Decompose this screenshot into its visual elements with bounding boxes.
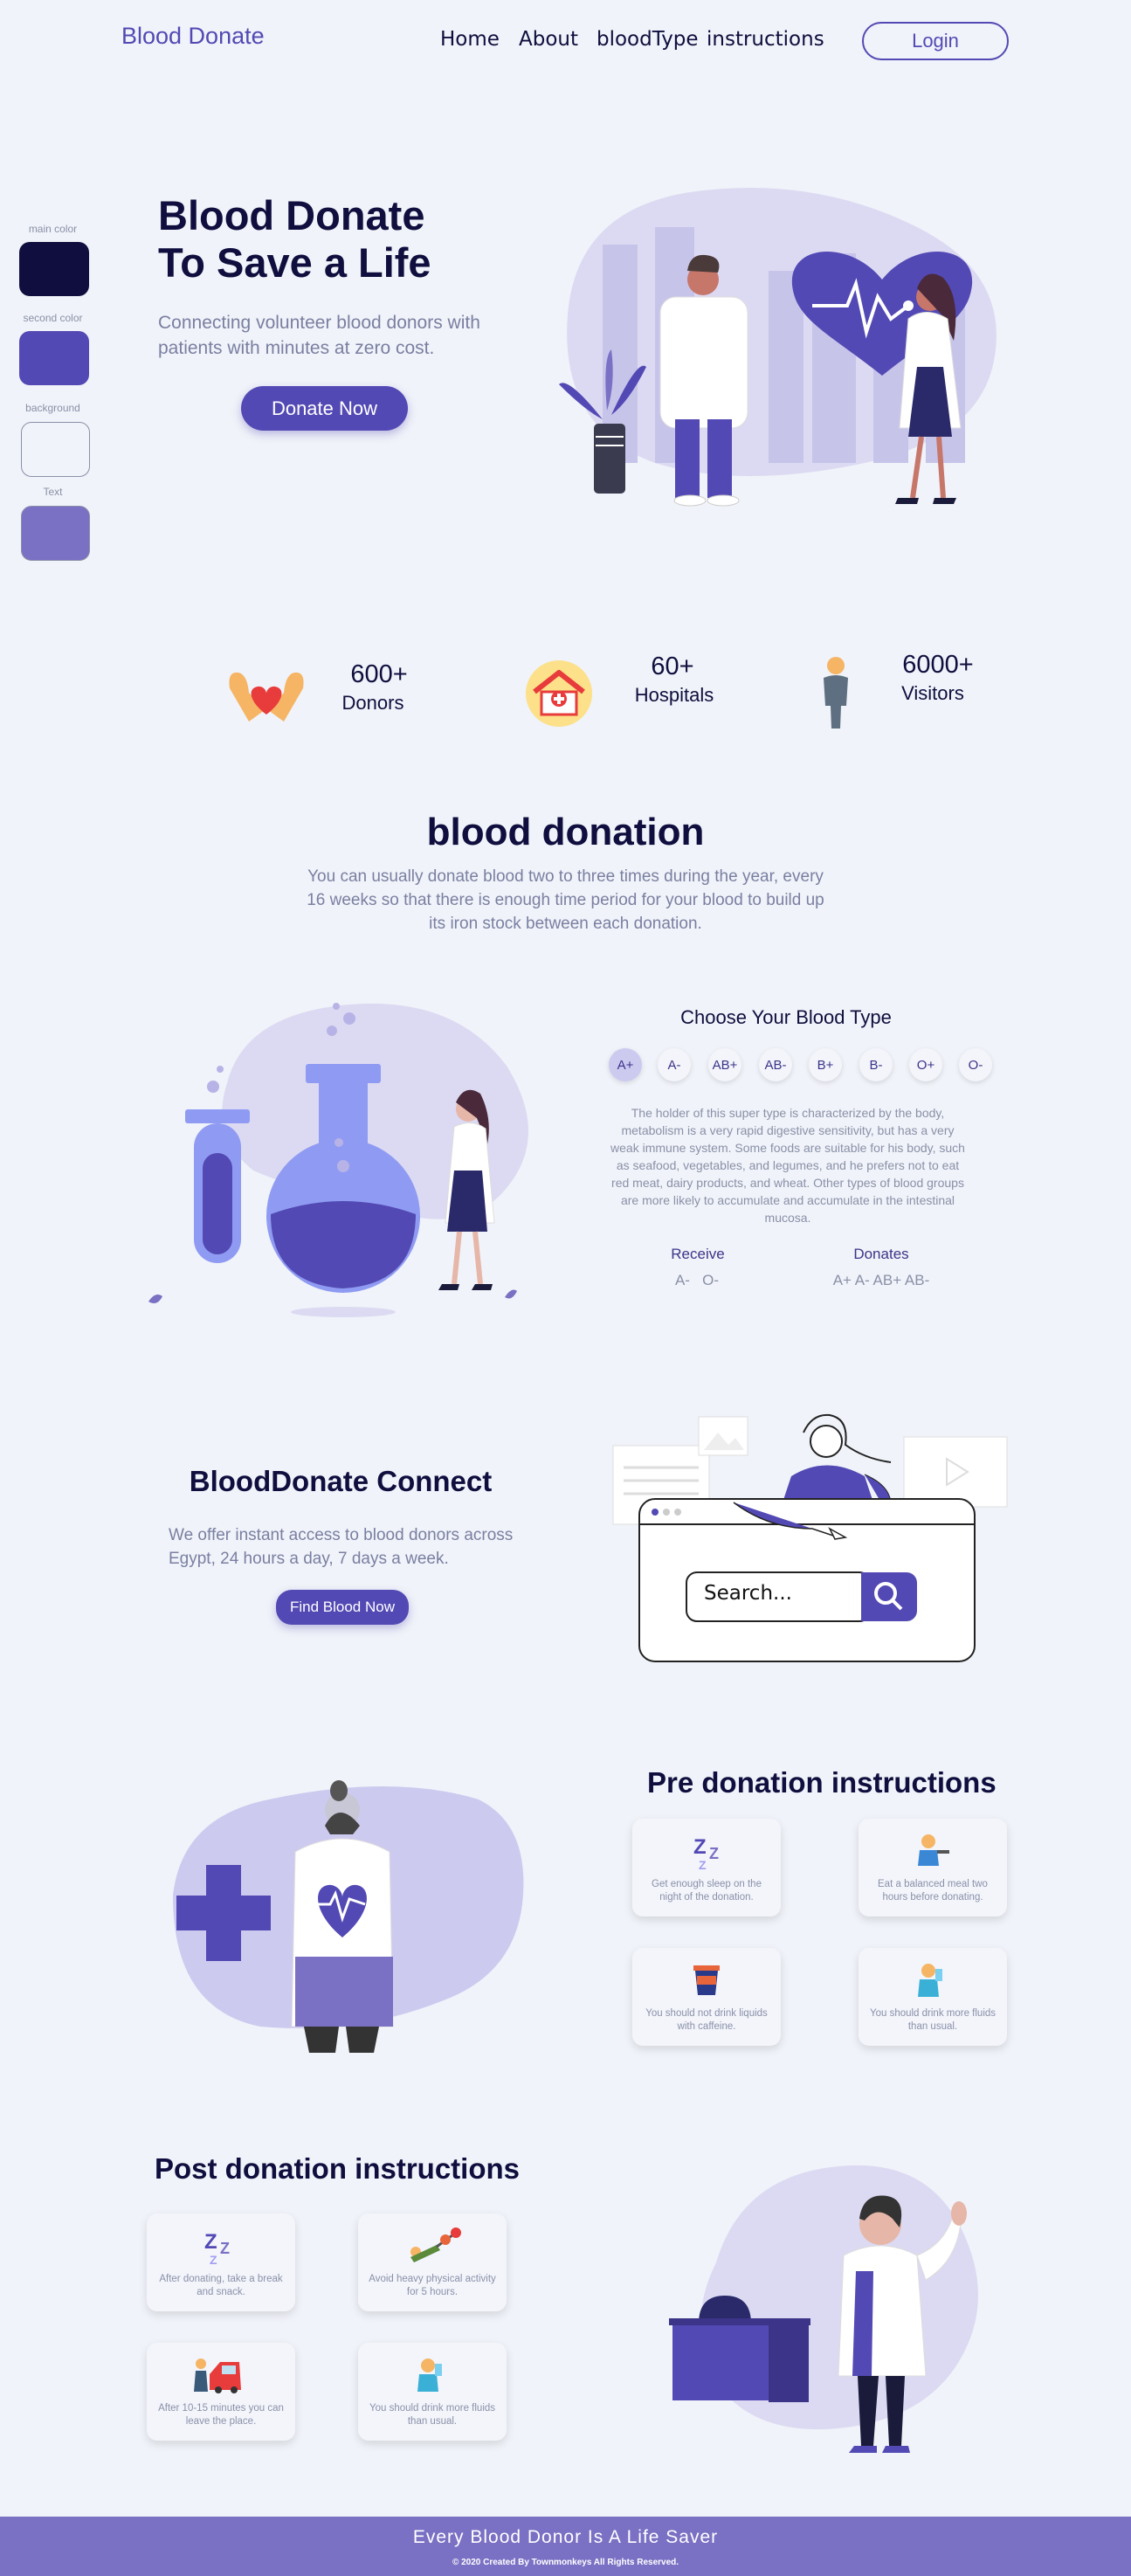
blood-type-chip-o-plus[interactable]: O+ [909, 1048, 942, 1081]
pre-instruction-text: You should not drink liquids with caffei… [645, 2008, 768, 2032]
pre-instruction-text: You should drink more fluids than usual. [869, 2008, 997, 2032]
search-input[interactable]: Search... [704, 1582, 792, 1605]
coffee-icon [693, 1965, 720, 1995]
hands-heart-icon [229, 672, 304, 722]
footer: Every Blood Donor Is A Life Saver © 2020… [0, 2517, 1131, 2576]
blood-type-chip-a-plus[interactable]: A+ [609, 1048, 642, 1081]
brand-logo[interactable]: Blood Donate [121, 23, 265, 50]
pre-instruction-card: Z Z Z Get enough sleep on the night of t… [632, 1819, 781, 1916]
connect-paragraph: We offer instant access to blood donors … [169, 1526, 514, 1568]
post-donation-title: Post donation instructions [155, 2152, 520, 2185]
blood-type-chip-ab-plus[interactable]: AB+ [708, 1048, 741, 1081]
pre-instruction-card: Eat a balanced meal two hours before don… [859, 1819, 1007, 1916]
main-color-label: main color [28, 223, 78, 235]
login-button[interactable]: Login [862, 22, 1009, 60]
text-color-swatch [21, 506, 90, 561]
svg-text:Z: Z [204, 2230, 217, 2254]
hospitals-label: Hospitals [634, 684, 714, 706]
blood-type-chip-ab-minus[interactable]: AB- [759, 1048, 792, 1081]
footer-tagline: Every Blood Donor Is A Life Saver [412, 2527, 719, 2547]
background-color-swatch [21, 422, 90, 477]
main-color-swatch [19, 242, 89, 296]
hero-title: Blood Donate To Save a Life [158, 192, 431, 287]
receive-label: Receive [671, 1246, 725, 1262]
sleep-icon: Z Z Z [204, 2230, 230, 2264]
pre-instruction-text: Get enough sleep on the night of the don… [652, 1879, 762, 1903]
visitors-count: 6000+ [902, 651, 974, 679]
svg-text:Z: Z [210, 2253, 217, 2264]
post-instruction-card: You should drink more fluids than usual. [358, 2343, 507, 2441]
background-color-label: background [25, 402, 80, 414]
drinking-icon [918, 1964, 942, 1997]
doctor-desk-illustration [669, 2165, 978, 2453]
search-illustration [612, 1413, 1008, 1662]
pre-donation-title: Pre donation instructions [647, 1766, 997, 1799]
drinking-icon [417, 2358, 442, 2392]
lab-illustration [148, 1003, 528, 1317]
nav-link-about[interactable]: About [519, 28, 578, 51]
blood-type-chip-o-minus[interactable]: O- [959, 1048, 992, 1081]
person-icon [824, 657, 848, 729]
post-instruction-card: After 10-15 minutes you can leave the pl… [147, 2343, 295, 2441]
blood-donation-paragraph: You can usually donate blood two to thre… [307, 867, 824, 933]
hero-subtitle: Connecting volunteer blood donors with p… [158, 313, 480, 358]
post-instruction-text: After 10-15 minutes you can leave the pl… [158, 2403, 284, 2427]
svg-text:Z: Z [699, 1858, 707, 1869]
donates-label: Donates [853, 1246, 909, 1262]
hero-title-line1: Blood Donate [158, 192, 425, 238]
hero-title-line2: To Save a Life [158, 239, 431, 286]
find-blood-button[interactable]: Find Blood Now [276, 1590, 409, 1625]
doctor-heart-illustration [173, 1780, 524, 2053]
pre-instruction-text: Eat a balanced meal two hours before don… [878, 1879, 988, 1903]
donates-value: A+ A- AB+ AB- [832, 1272, 930, 1288]
blood-type-chip-b-minus[interactable]: B- [859, 1048, 893, 1081]
sleep-icon: Z Z Z [693, 1835, 719, 1869]
receive-value: A- O- [674, 1272, 720, 1288]
blood-type-title: Choose Your Blood Type [680, 1006, 892, 1028]
connect-title: BloodDonate Connect [189, 1465, 493, 1497]
pre-instruction-card: You should not drink liquids with caffei… [632, 1948, 781, 2046]
weightlifting-icon [410, 2227, 461, 2262]
post-instruction-text: You should drink more fluids than usual. [369, 2403, 496, 2427]
nav-link-home[interactable]: Home [440, 28, 500, 51]
visitors-label: Visitors [901, 682, 964, 704]
post-instruction-card: Avoid heavy physical activity for 5 hour… [358, 2213, 507, 2311]
hospital-icon [526, 660, 592, 727]
blood-type-description: The holder of this super type is charact… [610, 1106, 965, 1225]
blood-type-chip-b-plus[interactable]: B+ [809, 1048, 842, 1081]
svg-text:Z: Z [220, 2240, 230, 2257]
post-instruction-text: After donating, take a break and snack. [159, 2274, 283, 2297]
donate-now-button[interactable]: Donate Now [241, 386, 408, 431]
blood-type-chip-a-minus[interactable]: A- [658, 1048, 691, 1081]
donors-label: Donors [341, 692, 404, 714]
post-instruction-text: Avoid heavy physical activity for 5 hour… [369, 2274, 496, 2297]
text-color-label: Text [43, 486, 63, 498]
donors-count: 600+ [350, 660, 408, 688]
post-instruction-card: Z Z Z After donating, take a break and s… [147, 2213, 295, 2311]
footer-copyright: © 2020 Created By Townmonkeys All Rights… [452, 2558, 679, 2567]
nav-link-bloodtype[interactable]: bloodType [597, 28, 699, 51]
second-color-swatch [19, 331, 89, 385]
svg-text:Z: Z [693, 1835, 707, 1859]
second-color-label: second color [23, 312, 83, 324]
hospitals-count: 60+ [651, 653, 694, 680]
blood-donation-title: blood donation [426, 811, 705, 853]
nav-link-instructions[interactable]: instructions [707, 28, 824, 51]
doctors-illustration [559, 188, 997, 507]
eating-icon [918, 1834, 949, 1866]
svg-text:Z: Z [709, 1845, 719, 1862]
car-icon [194, 2358, 241, 2393]
pre-instruction-card: You should drink more fluids than usual. [859, 1948, 1007, 2046]
